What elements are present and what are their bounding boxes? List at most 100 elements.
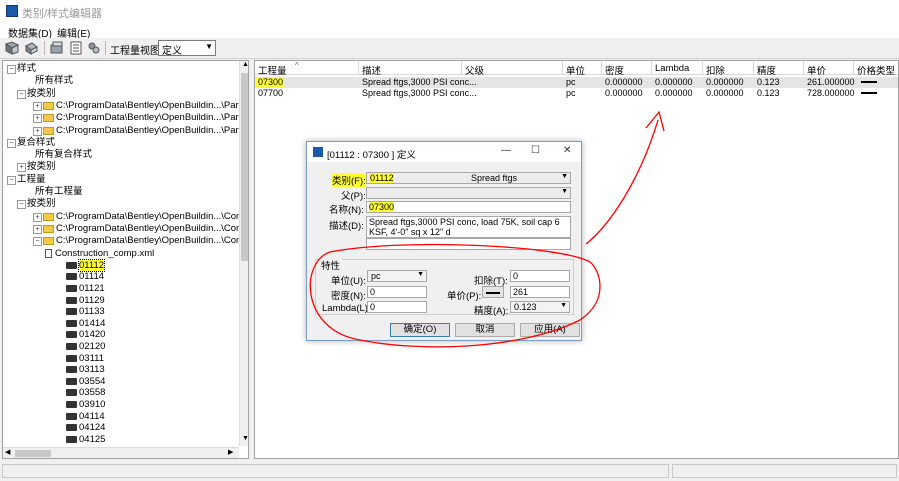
price-input[interactable]: 261 xyxy=(510,286,570,298)
tree-node[interactable]: 复合样式 xyxy=(17,137,55,148)
table-row[interactable]: 07300 Spread ftgs,3000 PSI conc... pc 0.000… xyxy=(255,77,898,88)
price-type-button[interactable] xyxy=(482,286,504,298)
tree-code-item[interactable]: 01133 xyxy=(79,306,105,317)
tree-code-item[interactable]: 04114 xyxy=(79,411,105,422)
tree-code-item[interactable]: 03554 xyxy=(79,376,105,387)
column-header-label: 工程量 xyxy=(258,66,287,77)
tree-node[interactable]: 按类别 xyxy=(27,88,56,99)
view-select[interactable]: 定义 ▼ xyxy=(158,40,216,57)
expand-toggle-icon[interactable]: + xyxy=(17,163,26,173)
tree-code-item[interactable]: 01414 xyxy=(79,318,105,329)
tree-node[interactable]: 按类别 xyxy=(27,198,56,209)
expand-toggle-icon[interactable]: − xyxy=(17,200,26,210)
description-input[interactable]: Spread ftgs,3000 PSI conc, load 75K, soi… xyxy=(366,216,571,238)
tree-code-item[interactable]: 01129 xyxy=(79,295,105,306)
column-header[interactable]: 工程量 ^ xyxy=(255,61,359,77)
tree-code-item[interactable]: 03113 xyxy=(79,364,105,375)
table-cell-price: 728.000000 xyxy=(807,88,855,98)
open-dataset-icon[interactable] xyxy=(4,40,20,56)
column-header[interactable]: 单价 xyxy=(804,61,854,77)
parent-select[interactable]: ▼ xyxy=(366,187,571,199)
column-header[interactable]: 扣除 xyxy=(703,61,754,77)
ok-button[interactable]: 确定(O) xyxy=(390,323,450,337)
expand-toggle-icon[interactable]: + xyxy=(33,114,42,124)
tree-node[interactable]: C:\ProgramData\Bentley\OpenBuildin...\Co… xyxy=(56,211,248,222)
scroll-up-icon[interactable]: ▲ xyxy=(242,61,248,68)
category-book-icon xyxy=(66,412,77,420)
expand-toggle-icon[interactable]: − xyxy=(33,237,42,247)
tree-code-item[interactable]: 04124 xyxy=(79,422,105,433)
expand-toggle-icon[interactable]: − xyxy=(7,175,16,185)
tree-code-item[interactable]: 02120 xyxy=(79,341,105,352)
column-header[interactable]: Lambda xyxy=(652,61,703,75)
expand-toggle-icon[interactable]: + xyxy=(33,224,42,234)
scroll-right-icon[interactable]: ▶ xyxy=(228,448,233,456)
folder-icon xyxy=(43,101,54,110)
tree-code-item[interactable]: 01114 xyxy=(79,271,104,282)
tree-node[interactable]: 按类别 xyxy=(27,161,56,172)
table-row[interactable]: 07700 Spread ftgs,3000 PSI conc... pc 0.000… xyxy=(255,88,898,99)
category-book-icon xyxy=(66,389,77,397)
density-input[interactable]: 0 xyxy=(367,286,427,298)
lambda-input[interactable]: 0 xyxy=(367,301,427,313)
close-icon[interactable]: ✕ xyxy=(563,145,571,156)
category-book-icon xyxy=(66,261,77,269)
expand-toggle-icon[interactable]: − xyxy=(7,138,16,148)
expand-toggle-icon[interactable]: + xyxy=(33,212,42,222)
apply-button[interactable]: 应用(A) xyxy=(520,323,580,337)
column-header[interactable]: 单位 xyxy=(563,61,602,77)
deduct-input[interactable]: 0 xyxy=(510,270,570,282)
scroll-down-icon[interactable]: ▼ xyxy=(242,435,248,442)
tree-node[interactable]: 样式 xyxy=(17,63,36,74)
tree-code-item[interactable]: 04125 xyxy=(79,434,105,445)
tree-vertical-scrollbar[interactable]: ▲ ▼ xyxy=(239,61,248,446)
tree-node[interactable]: 所有复合样式 xyxy=(35,149,92,160)
group-icon[interactable] xyxy=(86,40,102,56)
tree-code-item[interactable]: 03558 xyxy=(79,387,105,398)
close-dataset-icon[interactable] xyxy=(23,40,39,56)
tree-code-item[interactable]: 03910 xyxy=(79,399,105,410)
definition-dialog: [01112 : 07300 ] 定义 — ☐ ✕ 类别(F): 01112 S… xyxy=(306,141,582,341)
unit-select[interactable]: pc ▼ xyxy=(367,270,427,282)
tree-node[interactable]: C:\ProgramData\Bentley\OpenBuildin...\Pa… xyxy=(56,112,244,123)
column-header[interactable]: 密度 xyxy=(602,61,652,77)
precision-select[interactable]: 0.123 ▼ xyxy=(510,301,570,313)
name-input[interactable]: 07300 xyxy=(366,201,571,213)
expand-toggle-icon[interactable]: − xyxy=(17,89,26,99)
tree-node[interactable]: C:\ProgramData\Bentley\OpenBuildin...\Co… xyxy=(56,235,248,246)
tree-code-item[interactable]: 01112 xyxy=(77,258,106,272)
new-item-icon[interactable] xyxy=(49,40,65,56)
tree-node[interactable]: 工程量 xyxy=(17,174,46,185)
tree-node[interactable]: C:\ProgramData\Bentley\OpenBuildin...\Co… xyxy=(56,223,248,234)
maximize-icon[interactable]: ☐ xyxy=(531,145,540,156)
tree-node[interactable]: C:\ProgramData\Bentley\OpenBuildin...\Pa… xyxy=(56,100,244,111)
toolbar: 工程量视图 定义 ▼ xyxy=(0,38,899,59)
expand-toggle-icon[interactable]: + xyxy=(33,101,42,111)
column-header[interactable]: 精度 xyxy=(754,61,804,77)
tree-node[interactable]: Construction_comp.xml xyxy=(55,248,154,259)
tree-horizontal-scrollbar[interactable]: ◀ ▶ xyxy=(3,447,239,458)
tree-node[interactable]: C:\ProgramData\Bentley\OpenBuildin...\Pa… xyxy=(56,125,244,136)
tree-node[interactable]: 所有样式 xyxy=(35,75,73,86)
category-select[interactable]: 01112 Spread ftgs ▼ xyxy=(366,172,571,184)
dialog-title: [01112 : 07300 ] 定义 xyxy=(327,150,416,161)
expand-toggle-icon[interactable]: − xyxy=(7,65,16,74)
tree-code-item[interactable]: 03111 xyxy=(79,353,104,364)
properties-icon[interactable] xyxy=(68,40,84,56)
tree-node[interactable]: 所有工程量 xyxy=(35,186,83,197)
cancel-button[interactable]: 取消 xyxy=(455,323,515,337)
column-header[interactable]: 描述 xyxy=(359,61,462,77)
column-header[interactable]: 父级 xyxy=(462,61,563,77)
column-header[interactable]: 价格类型 xyxy=(854,61,898,77)
scroll-left-icon[interactable]: ◀ xyxy=(5,448,10,456)
tree-code-item[interactable]: 01121 xyxy=(79,283,105,294)
scroll-thumb[interactable] xyxy=(15,450,51,457)
expand-toggle-icon[interactable]: + xyxy=(33,126,42,136)
scroll-thumb[interactable] xyxy=(241,73,248,261)
minimize-icon[interactable]: — xyxy=(501,145,511,156)
description-input-line2[interactable] xyxy=(366,238,571,250)
tree-code-item[interactable]: 01420 xyxy=(79,329,105,340)
category-code: 01112 xyxy=(370,173,394,183)
category-book-icon xyxy=(66,331,77,339)
category-book-icon xyxy=(66,366,77,374)
